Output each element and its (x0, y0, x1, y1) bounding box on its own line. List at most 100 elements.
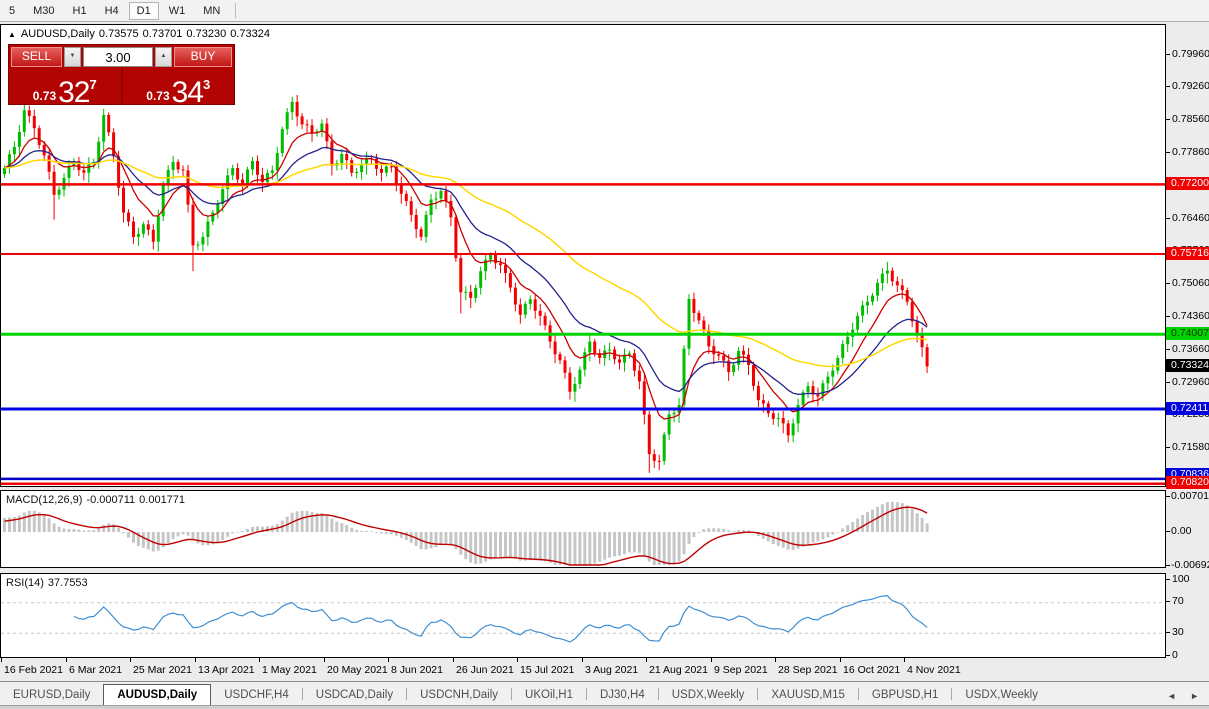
date-axis: 16 Feb 2021 6 Mar 2021 25 Mar 2021 13 Apr 2… (0, 658, 1166, 681)
date-label: 26 Jun 2021 (456, 664, 514, 676)
rsi-value: 37.7553 (47, 577, 88, 589)
price-axis-label: 0.79260 (1166, 80, 1209, 93)
date-tick (66, 658, 67, 662)
tab-ukoil-h1[interactable]: UKOil,H1 (512, 686, 586, 705)
rsi-indicator-pane[interactable]: RSI(14) 37.7553 (0, 573, 1166, 658)
rsi-axis-label: 70 (1166, 595, 1209, 608)
date-tick (840, 658, 841, 662)
macd-axis-label: 0.00 (1166, 525, 1209, 538)
quote-high: 0.73701 (142, 28, 183, 40)
date-label: 15 Jul 2021 (520, 664, 575, 676)
tab-audusd-daily[interactable]: AUDUSD,Daily (103, 684, 212, 705)
price-axis-label: 0.73660 (1166, 343, 1209, 356)
bid-pipette: 7 (89, 77, 97, 92)
chart-quote-header: ▲ AUDUSD,Daily 0.73575 0.73701 0.73230 0.7332… (8, 28, 274, 40)
date-label: 3 Aug 2021 (585, 664, 639, 676)
price-axis-label: 0.76460 (1166, 212, 1209, 225)
toolbar-separator (235, 3, 237, 18)
macd-axis-label: 0.007015 (1166, 490, 1209, 503)
date-label: 4 Nov 2021 (907, 664, 961, 676)
quote-open: 0.73575 (98, 28, 139, 40)
tab-gbpusd-h1[interactable]: GBPUSD,H1 (859, 686, 951, 705)
date-tick (582, 658, 583, 662)
ask-pipette: 3 (203, 77, 211, 92)
timeframe-button-h1[interactable]: H1 (65, 2, 95, 20)
macd-label: MACD(12,26,9) -0.000711 0.001771 (6, 494, 189, 506)
date-tick (130, 658, 131, 662)
timeframe-button-mn[interactable]: MN (195, 2, 228, 20)
price-axis-label: 0.75060 (1166, 277, 1209, 290)
date-tick (324, 658, 325, 662)
date-tick (646, 658, 647, 662)
tab-xauusd-m15[interactable]: XAUUSD,M15 (758, 686, 858, 705)
timeframe-button-5[interactable]: 5 (1, 2, 23, 20)
tab-scroll-left-icon[interactable]: ◄ (1167, 691, 1176, 701)
bid-prefix: 0.73 (32, 89, 57, 103)
ask-big-digits: 34 (171, 76, 204, 109)
date-label: 21 Aug 2021 (649, 664, 708, 676)
tab-eurusd-daily[interactable]: EURUSD,Daily (0, 686, 103, 705)
volume-input[interactable] (83, 47, 153, 67)
macd-axis-label: -0.006923 (1166, 559, 1209, 572)
volume-decrease-button[interactable]: ▼ (64, 47, 81, 67)
tab-usdcnh-daily[interactable]: USDCNH,Daily (407, 686, 511, 705)
date-label: 6 Mar 2021 (69, 664, 123, 676)
rsi-chart (1, 595, 1165, 643)
price-axis-label: 0.79960 (1166, 48, 1209, 61)
rsi-axis-label: 30 (1166, 626, 1209, 639)
buy-button[interactable]: BUY (174, 47, 232, 67)
sell-button[interactable]: SELL (11, 47, 62, 67)
date-tick (388, 658, 389, 662)
collapse-arrow-icon[interactable]: ▲ (8, 30, 16, 39)
date-tick (904, 658, 905, 662)
tab-usdx-weekly[interactable]: USDX,Weekly (659, 686, 758, 705)
price-axis-label: 0.78560 (1166, 113, 1209, 126)
timeframe-button-d1[interactable]: D1 (128, 1, 159, 20)
timeframe-button-h4[interactable]: H4 (97, 2, 127, 20)
bid-price-display[interactable]: 0.73327 (9, 68, 121, 109)
one-click-trade-widget: SELL ▼ ▲ BUY 0.73327 0.73343 (8, 44, 235, 109)
quote-low: 0.73230 (186, 28, 227, 40)
timeframe-button-w1[interactable]: W1 (161, 2, 194, 20)
date-label: 1 May 2021 (262, 664, 317, 676)
price-level-badge: 0.77200 (1166, 177, 1209, 190)
price-axis-label: 0.71580 (1166, 441, 1209, 454)
rsi-axis-label: 0 (1166, 649, 1209, 662)
ask-prefix: 0.73 (146, 89, 170, 103)
rsi-axis-label: 100 (1166, 573, 1209, 586)
price-level-badge: 0.74007 (1166, 327, 1209, 340)
symbol-period-label: AUDUSD,Daily (20, 28, 95, 40)
price-level-badge: 0.70820 (1166, 476, 1209, 489)
macd-indicator-pane[interactable]: MACD(12,26,9) -0.000711 0.001771 (0, 490, 1166, 568)
tab-scroll-right-icon[interactable]: ► (1190, 691, 1199, 701)
chart-tab-bar: EURUSD,Daily AUDUSD,Daily USDCHF,H4 USDCAD,… (0, 681, 1209, 705)
date-tick (711, 658, 712, 662)
macd-name: MACD(12,26,9) (6, 494, 83, 506)
date-label: 16 Feb 2021 (4, 664, 63, 676)
tab-usdcad-daily[interactable]: USDCAD,Daily (303, 686, 406, 705)
tab-scroll-nav: ◄ ► (1167, 691, 1199, 701)
ask-price-display[interactable]: 0.73343 (123, 68, 235, 109)
date-label: 9 Sep 2021 (714, 664, 768, 676)
tab-dj30-h4[interactable]: DJ30,H4 (587, 686, 658, 705)
date-label: 8 Jun 2021 (391, 664, 443, 676)
price-axis-label: 0.72960 (1166, 376, 1209, 389)
date-tick (1, 658, 2, 662)
date-label: 20 May 2021 (327, 664, 388, 676)
tab-usdchf-h4[interactable]: USDCHF,H4 (211, 686, 302, 705)
volume-increase-button[interactable]: ▲ (155, 47, 172, 67)
timeframe-button-m30[interactable]: M30 (25, 2, 62, 20)
bottom-strip (0, 705, 1209, 709)
date-label: 25 Mar 2021 (133, 664, 192, 676)
price-level-badge: 0.75716 (1166, 247, 1209, 260)
quote-close: 0.73324 (230, 28, 270, 40)
date-label: 13 Apr 2021 (198, 664, 255, 676)
bid-big-digits: 32 (58, 76, 90, 109)
price-level-badge: 0.72411 (1166, 402, 1209, 415)
trading-terminal: 5 M30 H1 H4 D1 W1 MN ▲ AUDUSD,Daily 0.73575 0.737… (0, 0, 1209, 709)
date-tick (453, 658, 454, 662)
date-tick (517, 658, 518, 662)
date-label: 16 Oct 2021 (843, 664, 901, 676)
price-axis-label: 0.77860 (1166, 146, 1209, 159)
tab-usdx-weekly[interactable]: USDX,Weekly (952, 686, 1051, 705)
